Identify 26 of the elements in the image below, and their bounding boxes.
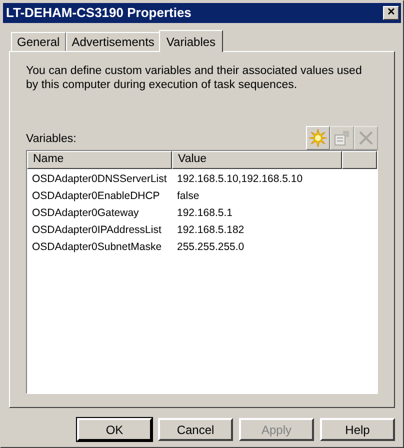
table-cell-text: OSDAdapter0DNSServerList [31,172,168,187]
table-cell-text: false [176,188,200,204]
tab[interactable]: General [11,32,66,51]
dialog-button[interactable]: Help [320,418,395,441]
new-button[interactable] [306,126,330,150]
table-cell-text: OSDAdapter0SubnetMaske [31,240,163,255]
delete-icon [358,130,374,146]
properties-icon [334,130,350,146]
table-cell-text: 192.168.5.1 [176,206,234,221]
dialog-button[interactable]: Cancel [158,418,233,441]
window-title: LT-DEHAM-CS3190 Properties [6,4,192,22]
close-button[interactable]: ✕ [383,6,399,20]
table-cell-text: 192.168.5.10,192.168.5.10 [176,172,304,187]
tab[interactable]: Advertisements [66,32,160,51]
table-cell-text: OSDAdapter0Gateway [31,206,140,221]
description-text: You can define custom variables and their associated values used by this computer during execution of task sequences. [26,64,363,92]
table-cell-text: OSDAdapter0IPAddressList [31,222,162,238]
table-cell-text: 192.168.5.182 [176,222,246,238]
dialog-button[interactable]: OK [77,418,152,441]
column-header[interactable]: Value [172,151,342,169]
tab[interactable]: Variables [159,30,223,52]
column-header[interactable]: Name [27,151,172,169]
sparkle-icon [309,129,327,147]
variables-label: Variables: [26,132,76,147]
table-cell-text: OSDAdapter0EnableDHCP [31,188,161,204]
table-cell-text: 255.255.255.0 [176,240,246,255]
